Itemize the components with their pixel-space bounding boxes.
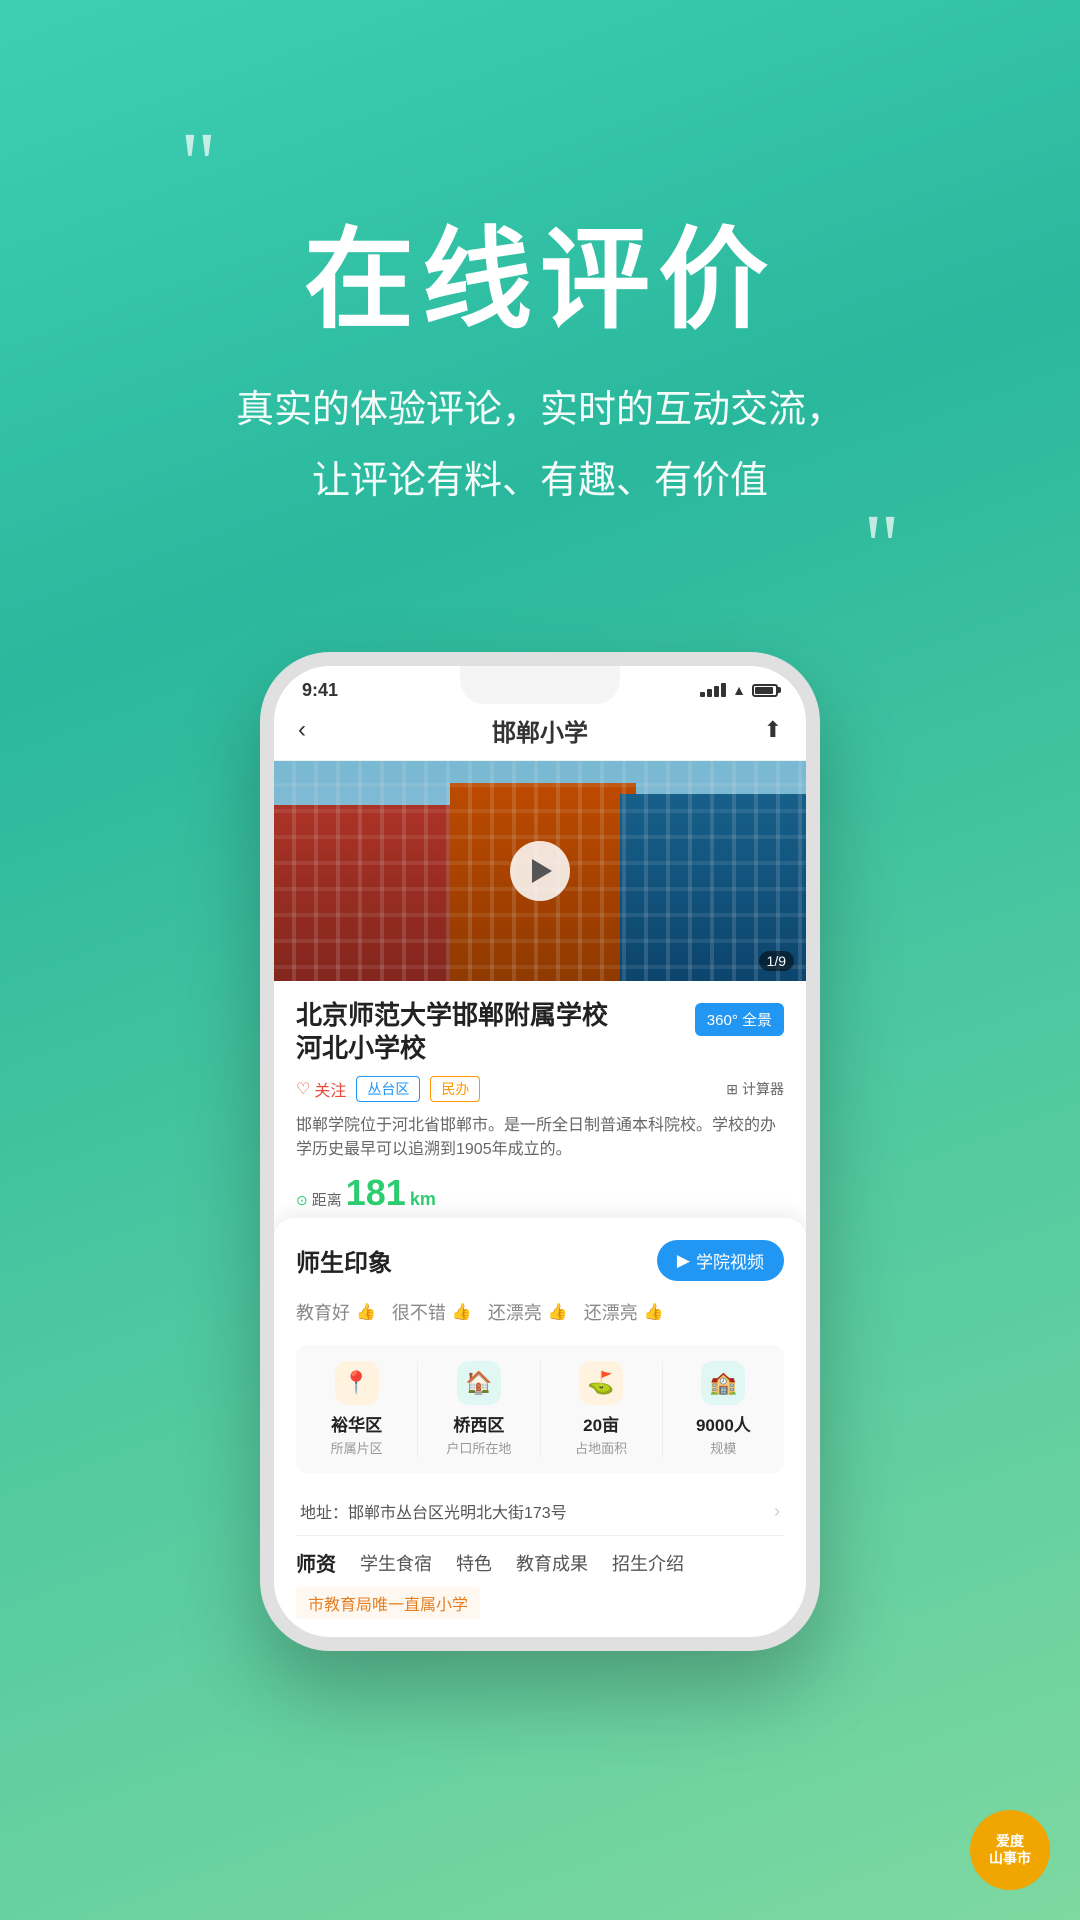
area-icon-wrap: ⛳ (579, 1361, 623, 1405)
impression-tag-1[interactable]: 很不错 👍 (392, 1299, 472, 1325)
district-label: 所属片区 (296, 1438, 417, 1457)
distance-unit: km (410, 1189, 436, 1210)
impression-card: 师生印象 ▶ 学院视频 教育好 👍 很不错 👍 (274, 1218, 806, 1637)
play-icon (532, 859, 552, 883)
school-tags-row: ♡ 关注 丛台区 民办 ⊞ 计算器 (296, 1076, 784, 1102)
home-icon: 🏠 (465, 1370, 492, 1396)
watermark-text: 爱度山事市 (989, 1833, 1031, 1867)
calculator-icon: ⊞ (726, 1081, 738, 1098)
back-button[interactable]: ‹ (298, 716, 334, 744)
thumb-icon-0: 👍 (356, 1302, 376, 1322)
quote-close-icon: " (0, 502, 1080, 592)
phone-mockup: 9:41 ▲ ‹ 邯郸小学 ⬆ (260, 652, 820, 1652)
school-icon-wrap: 🏫 (701, 1361, 745, 1405)
menu-item-enroll[interactable]: 招生介绍 (612, 1550, 684, 1576)
tag-label-1: 很不错 (392, 1299, 446, 1325)
school-badge: 市教育局唯一直属小学 (296, 1587, 480, 1619)
status-icons: ▲ (700, 682, 778, 698)
school-type-tag[interactable]: 民办 (430, 1076, 480, 1102)
district-tag[interactable]: 丛台区 (356, 1076, 420, 1102)
area-label: 占地面积 (541, 1438, 662, 1457)
school-icon: 🏫 (710, 1370, 737, 1396)
follow-label: 关注 (314, 1077, 346, 1101)
hukou-value: 桥西区 (418, 1411, 539, 1436)
distance-row: ⊙ 距离 181 km (296, 1172, 784, 1214)
hukou-label: 户口所在地 (418, 1438, 539, 1457)
menu-row: 师资 学生食宿 特色 教育成果 招生介绍 (296, 1548, 784, 1577)
impression-tags: 教育好 👍 很不错 👍 还漂亮 👍 还漂亮 👍 (296, 1299, 784, 1325)
thumb-icon-3: 👍 (644, 1302, 664, 1322)
impression-tag-3[interactable]: 还漂亮 👍 (584, 1299, 664, 1325)
battery-icon (752, 684, 778, 697)
info-item-scale: 🏫 9000人 规模 (663, 1361, 784, 1457)
address-text: 地址：邯郸市丛台区光明北大街173号 (300, 1499, 567, 1523)
school-description: 邯郸学院位于河北省邯郸市。是一所全日制普通本科院校。学校的办学历史最早可以追溯到… (296, 1114, 784, 1162)
area-value: 20亩 (541, 1411, 662, 1436)
address-row[interactable]: 地址：邯郸市丛台区光明北大街173号 › (296, 1487, 784, 1536)
home-icon-wrap: 🏠 (457, 1361, 501, 1405)
video-button[interactable]: ▶ 学院视频 (657, 1240, 784, 1281)
info-item-area: ⛳ 20亩 占地面积 (541, 1361, 663, 1457)
tag-label-2: 还漂亮 (488, 1299, 542, 1325)
time-display: 9:41 (302, 680, 338, 701)
watermark: 爱度山事市 (970, 1810, 1050, 1890)
scale-label: 规模 (663, 1438, 784, 1457)
distance-label: 距离 (312, 1189, 342, 1210)
distance-number: 181 (346, 1172, 406, 1214)
heart-icon: ♡ (296, 1079, 310, 1099)
location-icon-wrap: 📍 (335, 1361, 379, 1405)
nav-bar: ‹ 邯郸小学 ⬆ (274, 705, 806, 761)
info-item-hukou: 🏠 桥西区 户口所在地 (418, 1361, 540, 1457)
play-button[interactable] (510, 841, 570, 901)
nav-title: 邯郸小学 (492, 713, 588, 748)
chevron-right-icon: › (774, 1501, 780, 1522)
tag-label-3: 还漂亮 (584, 1299, 638, 1325)
share-button[interactable]: ⬆ (746, 717, 782, 743)
area-icon: ⛳ (587, 1370, 614, 1396)
tag-label-0: 教育好 (296, 1299, 350, 1325)
phone-screen: 9:41 ▲ ‹ 邯郸小学 ⬆ (274, 666, 806, 1638)
impression-tag-0[interactable]: 教育好 👍 (296, 1299, 376, 1325)
image-counter: 1/9 (759, 951, 794, 971)
location-icon: 📍 (343, 1370, 370, 1396)
play-icon-small: ▶ (677, 1251, 690, 1271)
hero-section: " 在线评价 真实的体验评论，实时的互动交流， 让评论有料、有趣、有价值 " (0, 0, 1080, 592)
menu-main-label: 师资 (296, 1548, 336, 1577)
calculator-button[interactable]: ⊞ 计算器 (726, 1079, 784, 1099)
impression-title: 师生印象 (296, 1243, 392, 1278)
signal-icon (700, 683, 726, 697)
hero-title: 在线评价 (0, 190, 1080, 350)
video-btn-label: 学院视频 (696, 1248, 764, 1273)
wifi-icon: ▲ (732, 682, 746, 698)
panorama-button[interactable]: 360° 全景 (695, 1003, 784, 1036)
phone-container: 9:41 ▲ ‹ 邯郸小学 ⬆ (0, 652, 1080, 1652)
calculator-label: 计算器 (742, 1079, 784, 1099)
menu-item-education[interactable]: 教育成果 (516, 1550, 588, 1576)
menu-item-feature[interactable]: 特色 (456, 1550, 492, 1576)
district-value: 裕华区 (296, 1411, 417, 1436)
school-image[interactable]: 1/9 (274, 761, 806, 981)
menu-item-food[interactable]: 学生食宿 (360, 1550, 432, 1576)
phone-notch (460, 666, 620, 704)
school-info-section: 北京师范大学邯郸附属学校河北小学校 360° 全景 ♡ 关注 丛台区 民办 ⊞ … (274, 981, 806, 1229)
impression-tag-2[interactable]: 还漂亮 👍 (488, 1299, 568, 1325)
hero-subtitle-line1: 真实的体验评论，实时的互动交流， (0, 380, 1080, 441)
thumb-icon-2: 👍 (548, 1302, 568, 1322)
school-name-row: 北京师范大学邯郸附属学校河北小学校 360° 全景 (296, 999, 784, 1067)
info-item-district: 📍 裕华区 所属片区 (296, 1361, 418, 1457)
distance-prefix-icon: ⊙ (296, 1192, 308, 1209)
thumb-icon-1: 👍 (452, 1302, 472, 1322)
impression-header: 师生印象 ▶ 学院视频 (296, 1240, 784, 1281)
scale-value: 9000人 (663, 1411, 784, 1436)
follow-button[interactable]: ♡ 关注 (296, 1077, 346, 1101)
info-grid: 📍 裕华区 所属片区 🏠 桥西区 户口所在地 ⛳ (296, 1345, 784, 1473)
school-name: 北京师范大学邯郸附属学校河北小学校 (296, 999, 685, 1067)
